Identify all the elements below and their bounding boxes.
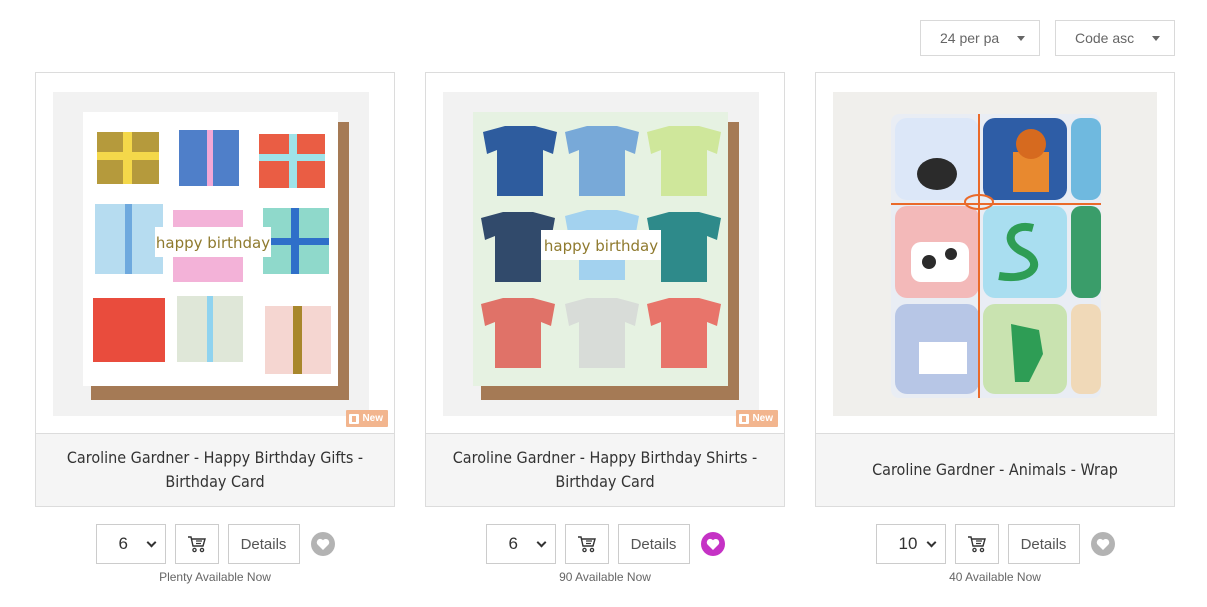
new-badge: New [736,410,778,427]
details-button[interactable]: Details [617,524,690,564]
product-title-area: Caroline Gardner - Happy Birthday Gifts … [36,434,394,506]
details-label: Details [1020,535,1067,553]
quantity-select[interactable]: 10 [875,524,946,564]
quantity-value: 6 [118,534,128,553]
availability-text: Plenty Available Now [159,570,271,584]
cart-icon [967,536,986,553]
chevron-down-icon [146,537,156,547]
product-image[interactable]: happy birthday New [426,73,784,434]
tag-icon [349,413,360,424]
product-actions: 6 Details [35,524,395,564]
badge-label: New [752,413,773,424]
quantity-select[interactable]: 6 [485,524,556,564]
birthday-gifts-card-illustration: happy birthday [53,92,369,416]
per-page-value: 24 per pa [940,30,1000,46]
details-button[interactable]: Details [1007,524,1080,564]
product-card-box: happy birthday New Caroline Gardner - Ha… [425,72,785,507]
per-page-select[interactable]: 24 per pa [920,20,1040,56]
product-title[interactable]: Caroline Gardner - Happy Birthday Shirts… [432,446,778,494]
badge-label: New [362,413,383,424]
quantity-value: 6 [508,534,518,553]
cart-icon [187,536,206,553]
sort-value: Code asc [1075,30,1135,46]
quantity-select[interactable]: 6 [95,524,166,564]
sort-select[interactable]: Code asc [1055,20,1175,56]
product-card: happy birthday New Caroline Gardner - Ha… [425,72,785,584]
product-title[interactable]: Caroline Gardner - Animals - Wrap [872,458,1118,482]
product-title-area: Caroline Gardner - Animals - Wrap [816,434,1174,506]
birthday-shirts-card-illustration: happy birthday [443,92,759,416]
card-text: happy birthday [544,237,658,255]
tag-icon [739,413,750,424]
product-actions: 10 Details [815,524,1175,564]
new-badge: New [346,410,388,427]
product-card-box: Caroline Gardner - Animals - Wrap [815,72,1175,507]
favorite-button[interactable] [700,532,725,556]
card-text: happy birthday [156,234,270,252]
favorite-button[interactable] [310,532,335,556]
chevron-down-icon [926,537,936,547]
product-title[interactable]: Caroline Gardner - Happy Birthday Gifts … [42,446,388,494]
product-image[interactable] [816,73,1174,434]
add-to-cart-button[interactable] [174,524,219,564]
product-actions: 6 Details [425,524,785,564]
heart-icon [316,538,329,550]
product-card: happy birthday New Caroline Gardner - Ha… [35,72,395,584]
heart-icon [1096,538,1109,550]
product-title-area: Caroline Gardner - Happy Birthday Shirts… [426,434,784,506]
details-label: Details [630,535,677,553]
add-to-cart-button[interactable] [954,524,999,564]
product-card: Caroline Gardner - Animals - Wrap 10 Det… [815,72,1175,584]
caret-down-icon [1152,35,1160,41]
details-button[interactable]: Details [227,524,300,564]
favorite-button[interactable] [1090,532,1115,556]
caret-down-icon [1017,35,1025,41]
cart-icon [577,536,596,553]
availability-text: 40 Available Now [949,570,1041,584]
product-image[interactable]: happy birthday New [36,73,394,434]
product-card-box: happy birthday New Caroline Gardner - Ha… [35,72,395,507]
animals-wrap-illustration [833,92,1157,416]
details-label: Details [240,535,287,553]
availability-text: 90 Available Now [559,570,651,584]
heart-icon [706,538,719,550]
quantity-value: 10 [898,534,918,553]
listing-toolbar: 24 per pa Code asc [920,20,1175,56]
add-to-cart-button[interactable] [564,524,609,564]
chevron-down-icon [536,537,546,547]
